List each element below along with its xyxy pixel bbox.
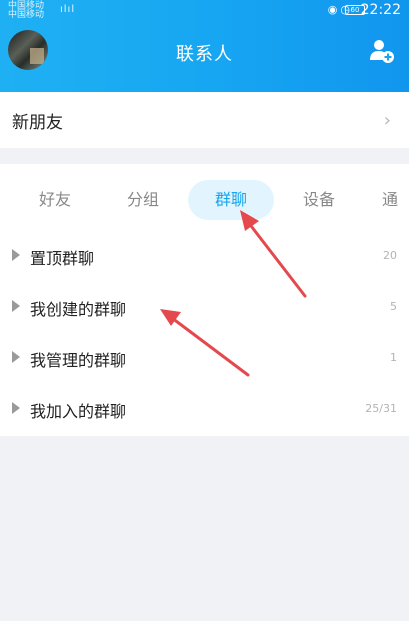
tab-bar: 好友 分组 群聊 设备 通 xyxy=(0,180,409,220)
group-row-label: 置顶群聊 xyxy=(30,249,95,268)
tab-address-book[interactable]: 通 xyxy=(382,180,409,220)
caret-right-icon xyxy=(12,300,20,312)
group-row-count: 1 xyxy=(390,351,397,364)
contacts-panel: 好友 分组 群聊 设备 通 置顶群聊 20 我创建的群聊 5 我管理的群聊 1 … xyxy=(0,164,409,436)
page-title: 联系人 xyxy=(176,44,233,65)
caret-right-icon xyxy=(12,249,20,261)
status-bar: 中国移动 中国移动 ılıl ◉◷ 60 22:22 xyxy=(0,0,409,20)
top-bar: 中国移动 中国移动 ılıl ◉◷ 60 22:22 联系人 xyxy=(0,0,409,92)
group-row-count: 20 xyxy=(383,249,397,262)
signal-icon: ılıl xyxy=(60,4,76,15)
tab-friends[interactable]: 好友 xyxy=(30,180,80,220)
group-row-created[interactable]: 我创建的群聊 5 xyxy=(0,287,409,327)
caret-right-icon xyxy=(12,351,20,363)
group-row-managed[interactable]: 我管理的群聊 1 xyxy=(0,338,409,378)
group-row-pinned[interactable]: 置顶群聊 20 xyxy=(0,236,409,276)
eye-icon: ◉ xyxy=(327,3,341,16)
clock: 22:22 xyxy=(360,2,401,18)
caret-right-icon xyxy=(12,402,20,414)
group-row-count: 5 xyxy=(390,300,397,313)
tab-groups[interactable]: 分组 xyxy=(118,180,168,220)
group-row-joined[interactable]: 我加入的群聊 25/31 xyxy=(0,389,409,429)
carrier-2: 中国移动 xyxy=(8,10,45,20)
new-friends-row[interactable]: 新朋友 › xyxy=(0,92,409,148)
add-contact-icon[interactable] xyxy=(369,38,395,64)
tab-group-chats[interactable]: 群聊 xyxy=(188,180,274,220)
group-row-count: 25/31 xyxy=(365,402,397,415)
group-row-label: 我管理的群聊 xyxy=(30,351,127,370)
group-row-label: 我创建的群聊 xyxy=(30,300,127,319)
carrier-text: 中国移动 中国移动 xyxy=(8,2,44,20)
tab-devices[interactable]: 设备 xyxy=(294,180,344,220)
new-friends-label: 新朋友 xyxy=(12,113,63,133)
group-row-label: 我加入的群聊 xyxy=(30,402,127,421)
chevron-right-icon: › xyxy=(383,110,391,131)
